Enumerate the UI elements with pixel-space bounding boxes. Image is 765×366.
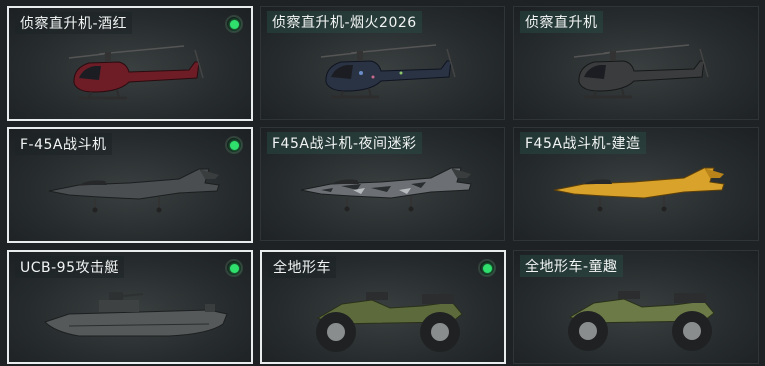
helicopter-icon bbox=[320, 44, 456, 99]
vehicle-card-scout-heli-wine[interactable]: 侦察直升机-酒红 bbox=[7, 6, 253, 121]
atv-icon bbox=[316, 292, 463, 352]
attack-boat-icon bbox=[44, 292, 228, 337]
vehicle-card-atv-playful[interactable]: 全地形车-童趣 bbox=[513, 250, 759, 364]
vehicle-card-f45a-night-camo[interactable]: F45A战斗机-夜间迷彩 bbox=[260, 127, 505, 241]
helicopter-icon bbox=[68, 45, 204, 100]
vehicle-card-ucb95-attack-boat[interactable]: UCB-95攻击艇 bbox=[7, 250, 253, 364]
fighter-jet-icon bbox=[48, 168, 220, 213]
fighter-jet-icon bbox=[553, 167, 725, 212]
atv-icon bbox=[568, 291, 715, 351]
vehicle-skin-grid: 侦察直升机-酒红 侦察直升机-烟火2026 侦察直升机 F-45A战斗机 F45… bbox=[0, 0, 765, 366]
fighter-jet-icon bbox=[300, 167, 472, 212]
vehicle-card-f45a-construction[interactable]: F45A战斗机-建造 bbox=[513, 127, 759, 241]
vehicle-card-f45a-fighter[interactable]: F-45A战斗机 bbox=[7, 127, 253, 243]
vehicle-card-scout-heli[interactable]: 侦察直升机 bbox=[513, 6, 759, 120]
vehicle-card-scout-heli-fireworks[interactable]: 侦察直升机-烟火2026 bbox=[260, 6, 505, 120]
helicopter-icon bbox=[573, 44, 709, 99]
vehicle-card-atv[interactable]: 全地形车 bbox=[260, 250, 506, 364]
